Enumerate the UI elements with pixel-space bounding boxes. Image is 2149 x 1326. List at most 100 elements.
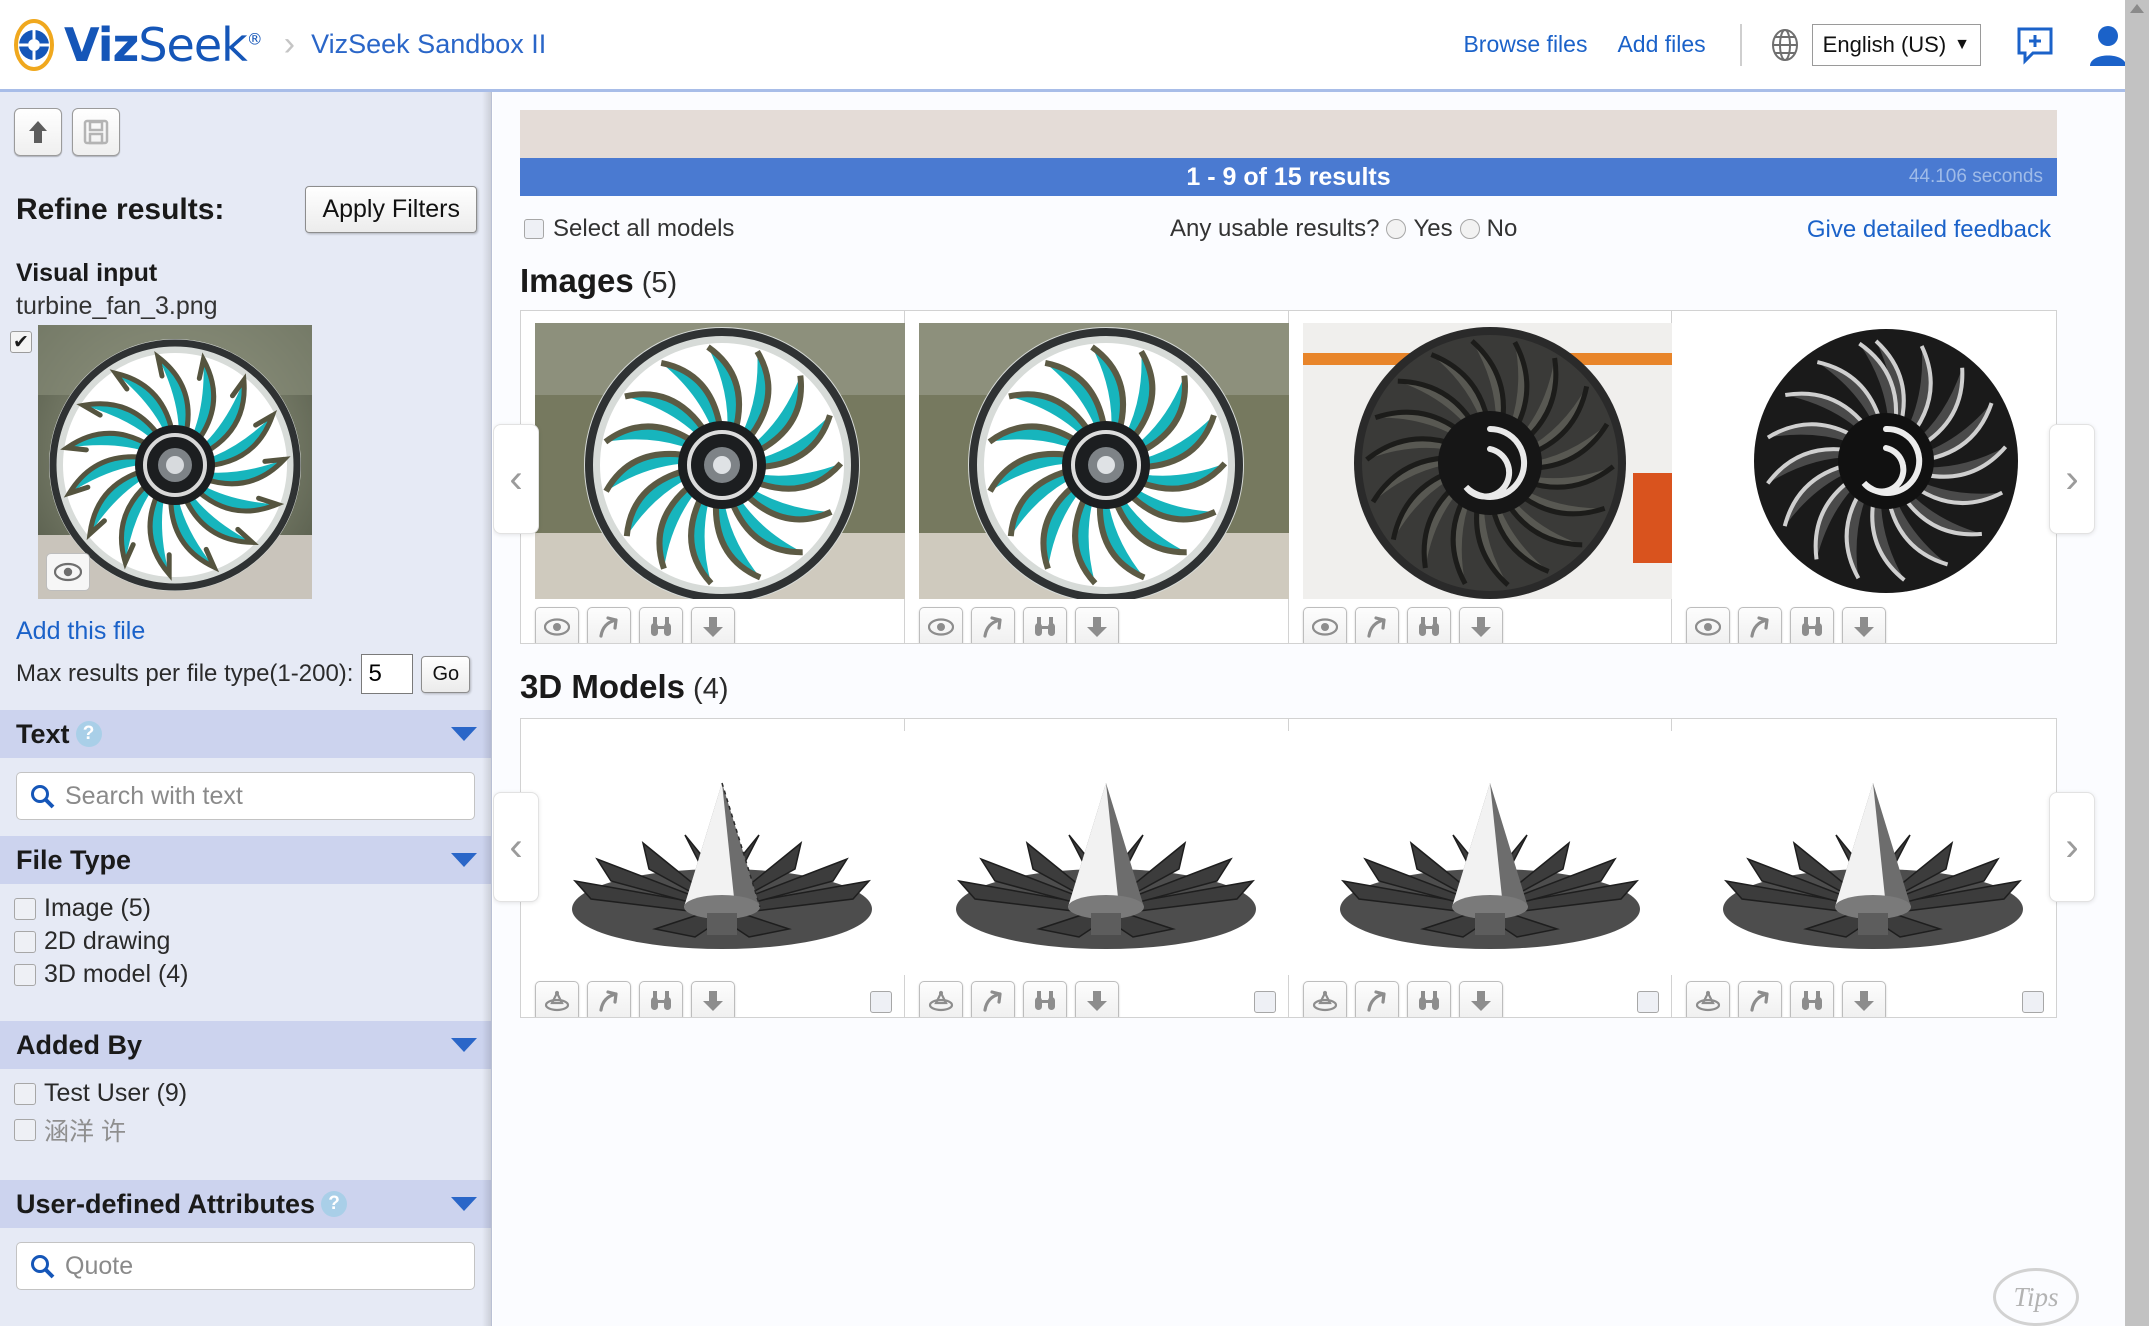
binoculars-icon[interactable] [1023,607,1067,644]
binoculars-icon[interactable] [1790,607,1834,644]
sidebar-section-file-type[interactable]: File Type [0,836,491,884]
max-results-input[interactable] [361,654,413,694]
result-card[interactable] [1672,719,2056,1017]
filter-user-cjk[interactable]: 涵洋 许 [14,1112,491,1148]
save-icon[interactable] [72,108,120,156]
chevron-down-icon[interactable] [451,1038,477,1052]
open-arrow-icon[interactable] [587,981,631,1018]
checkbox[interactable] [14,931,36,953]
breadcrumb-sandbox-link[interactable]: VizSeek Sandbox II [311,29,546,60]
chevron-down-icon[interactable] [451,727,477,741]
add-files-link[interactable]: Add files [1617,31,1705,58]
page-scrollbar[interactable] [2125,0,2149,1326]
filter-test-user[interactable]: Test User (9) [14,1079,491,1108]
download-icon[interactable] [1459,981,1503,1018]
eye-icon[interactable] [46,553,90,591]
binoculars-icon[interactable] [639,981,683,1018]
quote-search-input[interactable]: Quote [16,1242,475,1290]
usable-yes-radio[interactable] [1386,219,1406,239]
images-prev-arrow[interactable]: ‹ [493,424,539,534]
filter-image[interactable]: Image (5) [14,894,491,923]
scroll-up-arrow-icon[interactable] [2130,4,2144,13]
open-arrow-icon[interactable] [1355,607,1399,644]
visual-input-thumbnail[interactable] [38,325,312,599]
download-icon[interactable] [1842,607,1886,644]
binoculars-icon[interactable] [1407,607,1451,644]
result-thumbnail[interactable] [535,731,909,975]
sidebar-section-text[interactable]: Text ? [0,710,491,758]
result-select-checkbox[interactable] [1637,991,1659,1013]
add-note-icon[interactable] [2015,25,2055,65]
result-select-checkbox[interactable] [870,991,892,1013]
sidebar-section-user-attributes[interactable]: User-defined Attributes ? [0,1180,491,1228]
checkbox[interactable] [14,1083,36,1105]
eye-icon[interactable] [535,607,579,644]
tips-badge[interactable]: Tips [1993,1268,2079,1326]
download-icon[interactable] [1842,981,1886,1018]
open-arrow-icon[interactable] [1738,607,1782,644]
images-next-arrow[interactable]: › [2049,424,2095,534]
user-avatar-icon[interactable] [2089,24,2127,66]
result-select-checkbox[interactable] [2022,991,2044,1013]
usable-no-radio[interactable] [1460,219,1480,239]
download-icon[interactable] [1075,981,1119,1018]
open-arrow-icon[interactable] [971,607,1015,644]
select-all-models[interactable]: Select all models [524,215,734,243]
models-prev-arrow[interactable]: ‹ [493,792,539,902]
filter-3d-model[interactable]: 3D model (4) [14,960,491,989]
result-thumbnail[interactable] [1303,323,1677,599]
open-arrow-icon[interactable] [971,981,1015,1018]
rotate-3d-icon[interactable] [535,981,579,1018]
open-arrow-icon[interactable] [587,607,631,644]
checkbox[interactable] [14,1119,36,1141]
give-detailed-feedback-link[interactable]: Give detailed feedback [1807,216,2051,244]
rotate-3d-icon[interactable] [1686,981,1730,1018]
eye-icon[interactable] [1303,607,1347,644]
download-icon[interactable] [691,981,735,1018]
checkbox[interactable] [14,898,36,920]
download-icon[interactable] [691,607,735,644]
result-card[interactable] [521,719,905,1017]
brand-logo[interactable]: VizSeek® [8,19,262,71]
result-thumbnail[interactable] [919,731,1293,975]
chevron-down-icon[interactable] [451,1197,477,1211]
result-card[interactable] [1289,311,1673,643]
browse-files-link[interactable]: Browse files [1463,31,1587,58]
result-card[interactable] [521,311,905,643]
binoculars-icon[interactable] [1790,981,1834,1018]
download-icon[interactable] [1075,607,1119,644]
result-thumbnail[interactable] [535,323,909,599]
result-card[interactable] [905,311,1289,643]
upload-icon[interactable] [14,108,62,156]
help-icon[interactable]: ? [321,1191,347,1217]
visual-input-checkbox[interactable]: ✔ [10,331,32,353]
scrollbar-thumb[interactable] [2125,0,2149,470]
result-card[interactable] [1672,311,2056,643]
checkbox[interactable] [14,964,36,986]
result-select-checkbox[interactable] [1254,991,1276,1013]
result-thumbnail[interactable] [919,323,1293,599]
add-this-file-link[interactable]: Add this file [0,599,491,646]
eye-icon[interactable] [919,607,963,644]
rotate-3d-icon[interactable] [919,981,963,1018]
binoculars-icon[interactable] [1407,981,1451,1018]
result-card[interactable] [905,719,1289,1017]
rotate-3d-icon[interactable] [1303,981,1347,1018]
filter-2d-drawing[interactable]: 2D drawing [14,927,491,956]
result-thumbnail[interactable] [1686,323,2057,599]
text-search-input[interactable]: Search with text [16,772,475,820]
sidebar-section-added-by[interactable]: Added By [0,1021,491,1069]
download-icon[interactable] [1459,607,1503,644]
apply-filters-button[interactable]: Apply Filters [305,186,477,233]
result-thumbnail[interactable] [1303,731,1677,975]
chevron-down-icon[interactable] [451,853,477,867]
help-icon[interactable]: ? [76,721,102,747]
checkbox[interactable] [524,219,544,239]
open-arrow-icon[interactable] [1738,981,1782,1018]
eye-icon[interactable] [1686,607,1730,644]
binoculars-icon[interactable] [1023,981,1067,1018]
binoculars-icon[interactable] [639,607,683,644]
models-next-arrow[interactable]: › [2049,792,2095,902]
result-card[interactable] [1289,719,1673,1017]
language-select[interactable]: English (US) ▼ [1812,24,1981,66]
